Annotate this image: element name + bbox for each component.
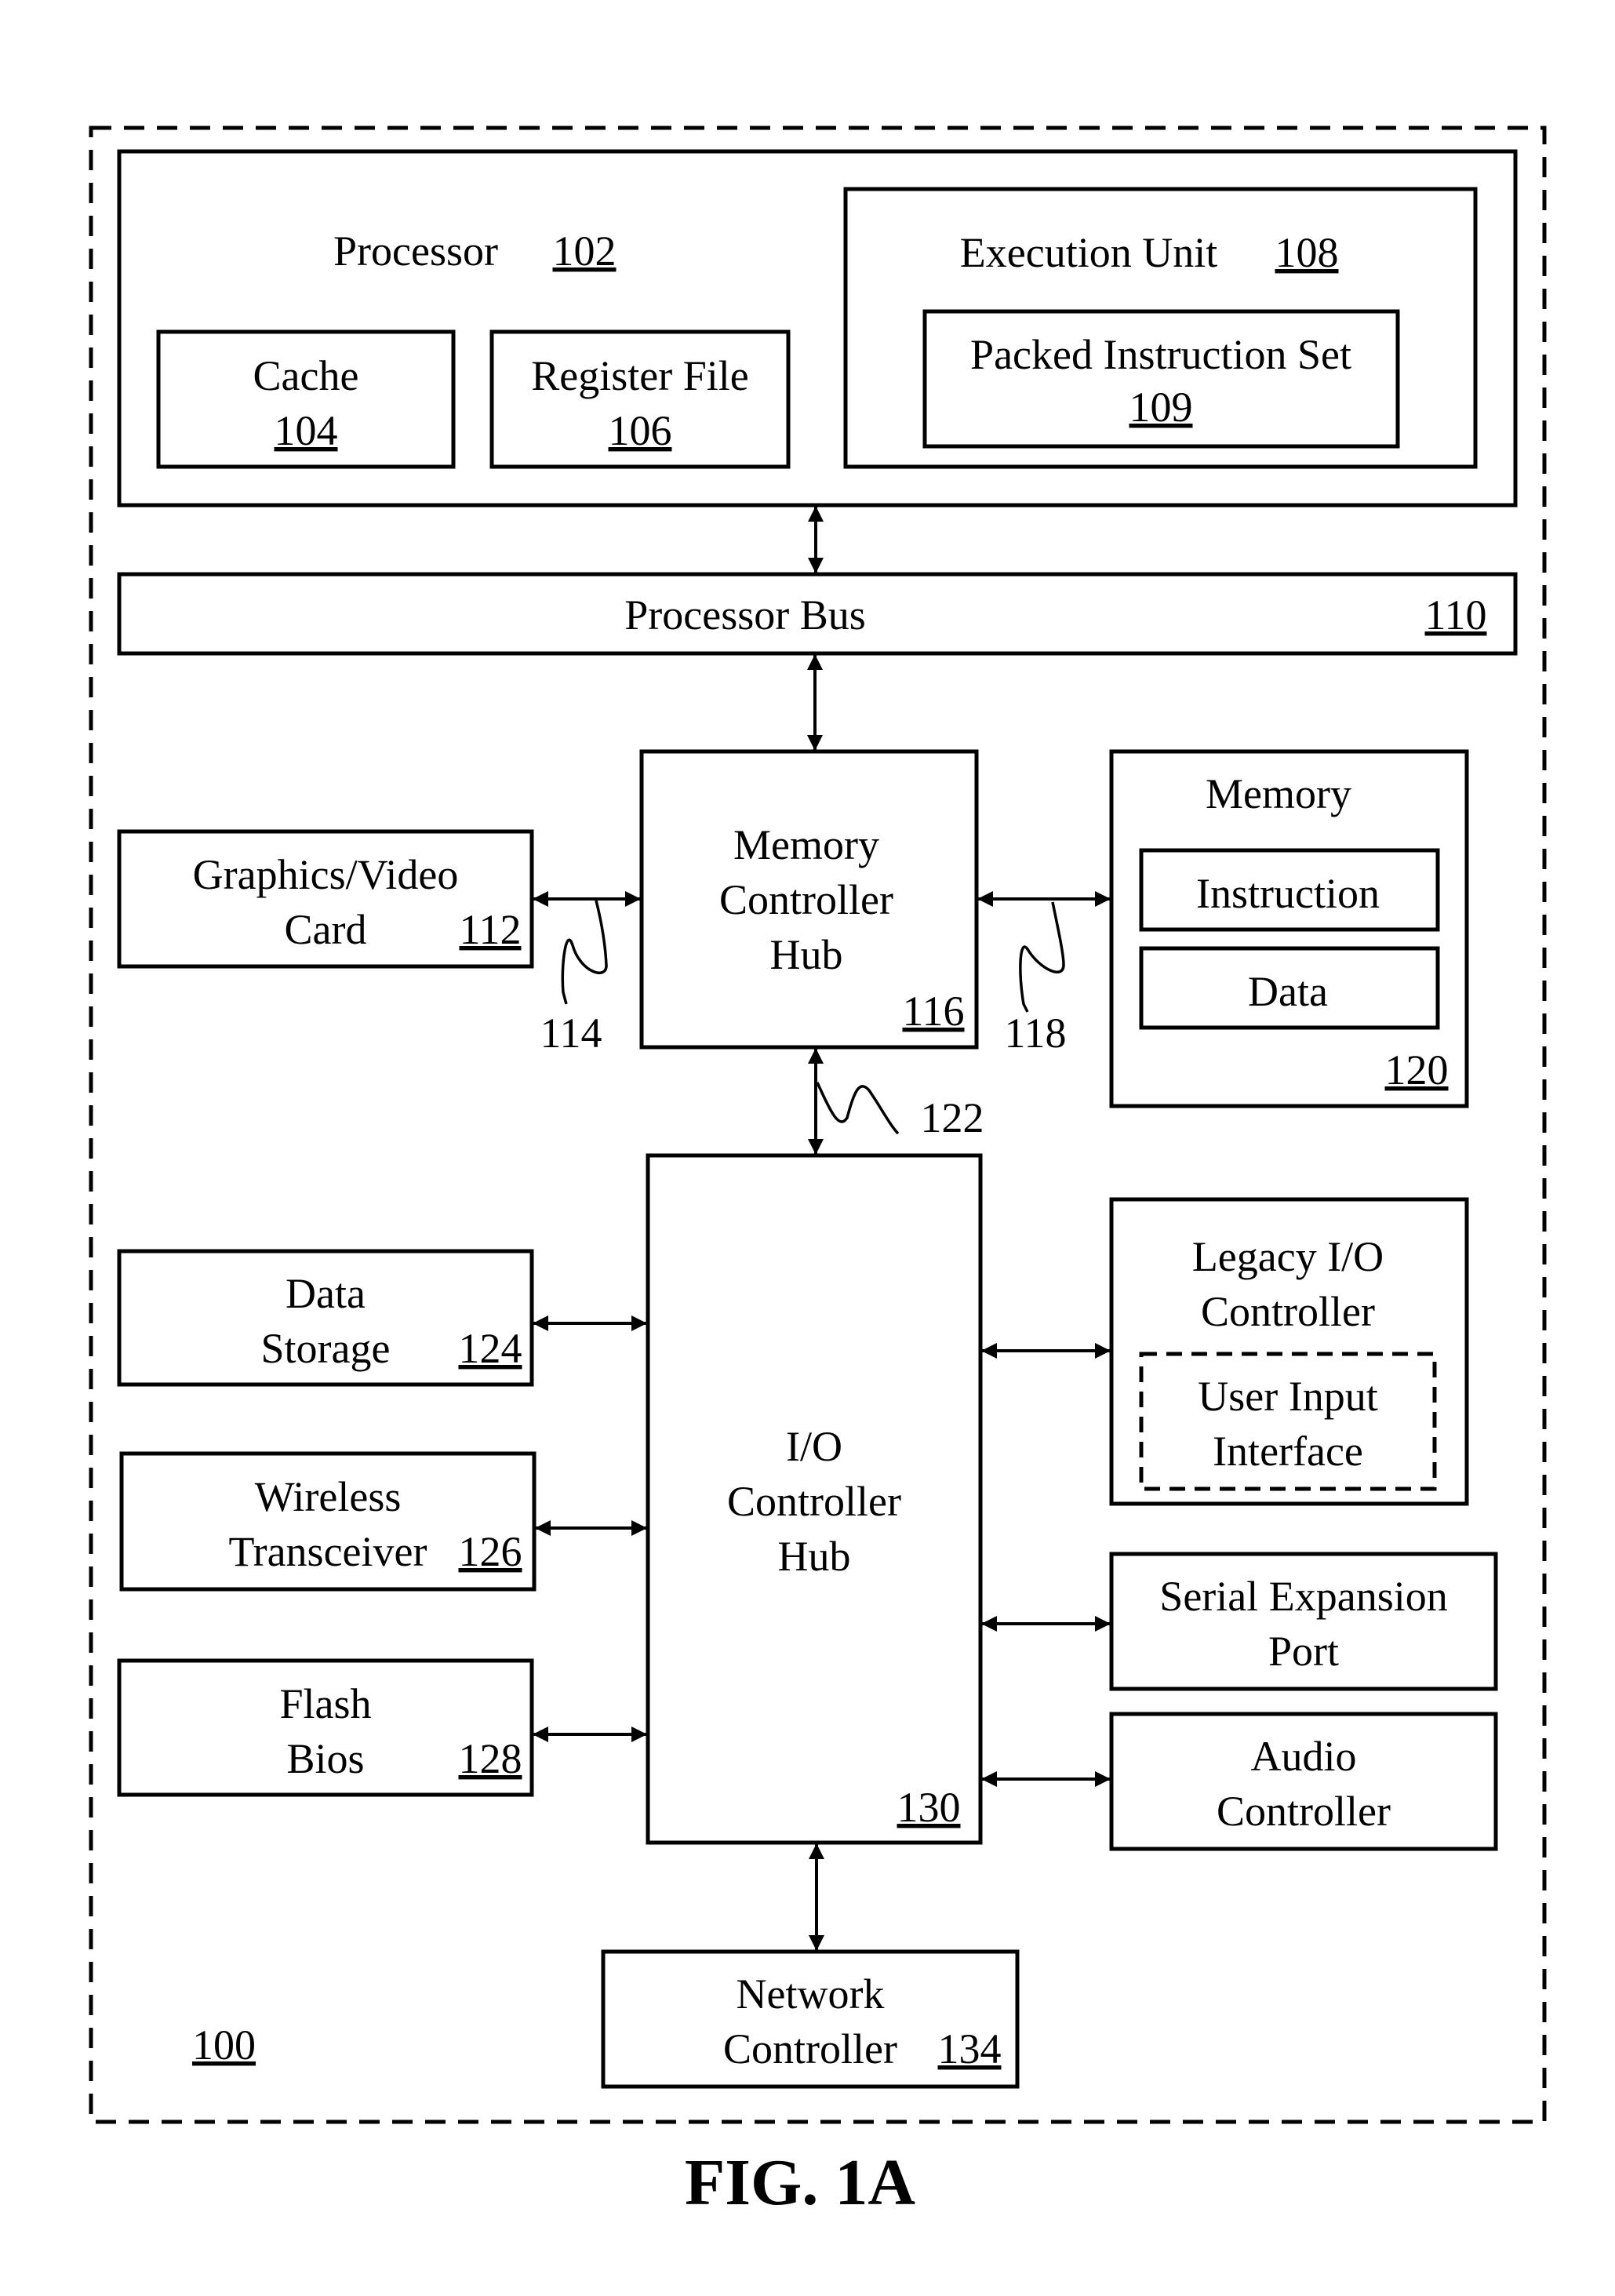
- memory-data-label: Data: [1248, 968, 1328, 1015]
- register-file-label: Register File: [531, 352, 748, 399]
- wireless-transceiver-line2: Transceiver: [229, 1528, 427, 1575]
- system-block-diagram: 100 Processor 102 Cache 104 Register Fil…: [89, 126, 1547, 2219]
- packed-instruction-set-block[interactable]: Packed Instruction Set 109: [922, 309, 1400, 449]
- memory-instruction-label: Instruction: [1196, 870, 1380, 917]
- execution-unit-ref: 108: [1275, 229, 1339, 276]
- user-input-interface-line1: User Input: [1198, 1373, 1377, 1420]
- leader-line-114: [561, 900, 608, 1005]
- processor-bus-ref: 110: [1425, 591, 1487, 639]
- leader-line-122: [816, 1082, 900, 1135]
- flash-bios-line1: Flash: [279, 1680, 371, 1727]
- memory-controller-hub-line3: Hub: [770, 931, 843, 978]
- memory-label: Memory: [1206, 770, 1351, 817]
- cache-ref: 104: [275, 407, 338, 454]
- user-input-interface-line2: Interface: [1213, 1428, 1363, 1475]
- wireless-transceiver-block[interactable]: Wireless Transceiver 126: [119, 1451, 537, 1592]
- serial-expansion-port-block[interactable]: Serial Expansion Port: [1109, 1552, 1498, 1691]
- legacy-io-controller-line1: Legacy I/O: [1192, 1233, 1384, 1280]
- network-controller-line1: Network: [737, 1970, 885, 2018]
- processor-bus-block[interactable]: Processor Bus 110: [117, 572, 1518, 656]
- packed-instruction-set-ref: 109: [1129, 384, 1193, 431]
- processor-label: Processor: [333, 227, 498, 275]
- wireless-transceiver-line1: Wireless: [255, 1473, 402, 1520]
- cache-block[interactable]: Cache 104: [156, 329, 456, 469]
- graphics-video-card-line1: Graphics/Video: [193, 851, 459, 898]
- system-ref: 100: [192, 2021, 256, 2069]
- legacy-io-controller-block[interactable]: Legacy I/O Controller User Input Interfa…: [1109, 1197, 1469, 1506]
- serial-expansion-port-line1: Serial Expansion: [1159, 1573, 1447, 1620]
- data-storage-block[interactable]: Data Storage 124: [117, 1249, 534, 1387]
- figure-label: FIG. 1A: [685, 2146, 915, 2219]
- serial-expansion-port-line2: Port: [1268, 1628, 1339, 1675]
- network-controller-ref: 134: [938, 2025, 1002, 2072]
- execution-unit-label: Execution Unit: [960, 229, 1217, 276]
- io-controller-hub-ref: 130: [897, 1784, 961, 1831]
- audio-controller-line1: Audio: [1251, 1733, 1357, 1780]
- register-file-ref: 106: [609, 407, 672, 454]
- packed-instruction-set-label: Packed Instruction Set: [970, 331, 1351, 378]
- register-file-block[interactable]: Register File 106: [489, 329, 791, 469]
- io-controller-hub-line3: Hub: [778, 1533, 851, 1580]
- memory-block[interactable]: Memory Instruction Data 120: [1109, 749, 1469, 1108]
- interconnect-122-ref: 122: [921, 1094, 984, 1141]
- io-controller-hub-block[interactable]: I/O Controller Hub 130: [646, 1153, 983, 1845]
- audio-controller-line2: Controller: [1217, 1788, 1391, 1835]
- memory-ref: 120: [1385, 1046, 1449, 1093]
- leader-line-118: [1019, 901, 1065, 1013]
- memory-controller-hub-block[interactable]: Memory Controller Hub 116: [639, 749, 979, 1050]
- graphics-video-card-line2: Card: [285, 906, 367, 953]
- memory-controller-hub-line1: Memory: [733, 821, 879, 868]
- flash-bios-line2: Bios: [286, 1735, 364, 1782]
- memory-controller-hub-ref: 116: [903, 988, 965, 1035]
- interconnect-114-ref: 114: [540, 1010, 602, 1057]
- data-storage-ref: 124: [459, 1325, 522, 1372]
- network-controller-block[interactable]: Network Controller 134: [601, 1949, 1020, 2089]
- legacy-io-controller-line2: Controller: [1201, 1288, 1375, 1335]
- flash-bios-ref: 128: [459, 1735, 522, 1782]
- memory-controller-hub-line2: Controller: [719, 876, 893, 923]
- graphics-video-card-ref: 112: [460, 906, 522, 953]
- io-controller-hub-line1: I/O: [786, 1423, 842, 1470]
- processor-ref: 102: [553, 227, 617, 275]
- audio-controller-block[interactable]: Audio Controller: [1109, 1712, 1498, 1851]
- data-storage-line2: Storage: [261, 1325, 391, 1372]
- graphics-video-card-block[interactable]: Graphics/Video Card 112: [117, 829, 534, 969]
- flash-bios-block[interactable]: Flash Bios 128: [117, 1658, 534, 1797]
- io-controller-hub-line2: Controller: [727, 1478, 901, 1525]
- network-controller-line2: Controller: [723, 2025, 897, 2072]
- data-storage-line1: Data: [286, 1270, 366, 1317]
- processor-bus-label: Processor Bus: [624, 591, 866, 639]
- interconnect-118-ref: 118: [1005, 1010, 1067, 1057]
- cache-label: Cache: [253, 352, 359, 399]
- wireless-transceiver-ref: 126: [459, 1528, 522, 1575]
